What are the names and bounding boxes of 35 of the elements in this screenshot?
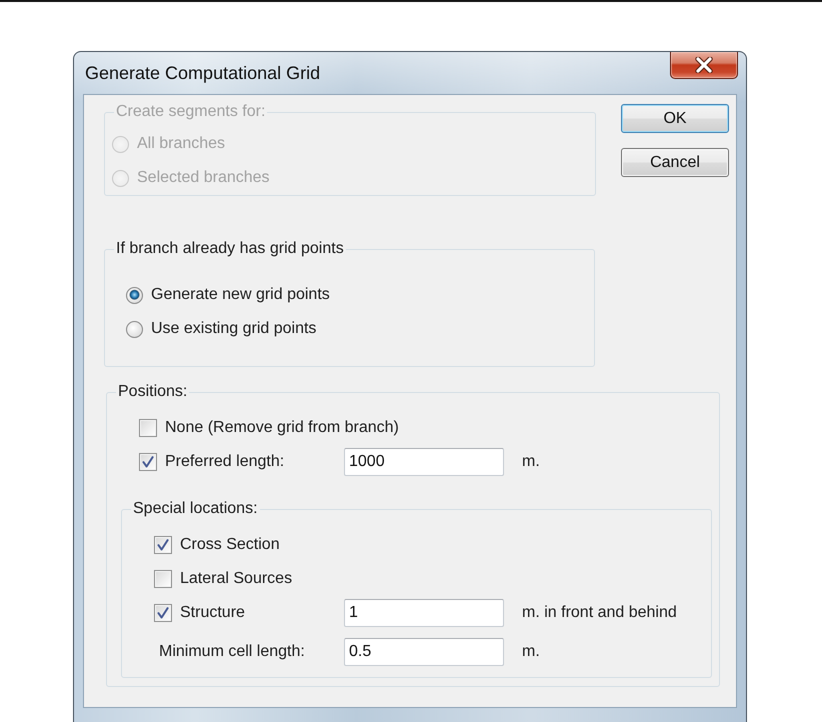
- input-field[interactable]: 1000: [344, 448, 504, 476]
- checkbox[interactable]: [139, 419, 157, 437]
- unit-label: m. in front and behind: [522, 604, 677, 622]
- checkbox-label: Cross Section: [180, 536, 280, 554]
- checkbox-label: None (Remove grid from branch): [165, 419, 399, 437]
- dialog-button[interactable]: OK: [621, 104, 729, 133]
- checkbox-label: Structure: [180, 604, 245, 622]
- unit-label: m.: [522, 643, 540, 661]
- field-label: Minimum cell length:: [159, 643, 305, 661]
- radio-label: Selected branches: [137, 169, 270, 187]
- close-icon: [695, 57, 713, 73]
- checkmark-icon: [157, 539, 169, 551]
- radio-button[interactable]: [126, 320, 143, 338]
- checkbox[interactable]: [154, 570, 172, 588]
- checkbox-label: Lateral Sources: [180, 570, 292, 588]
- window-title: Generate Computational Grid: [85, 63, 320, 83]
- checkbox[interactable]: [154, 604, 172, 622]
- close-button[interactable]: [670, 52, 738, 79]
- checkmark-icon: [157, 607, 169, 619]
- group-title: Positions:: [117, 383, 188, 401]
- checkbox[interactable]: [154, 536, 172, 554]
- radio-label: Generate new grid points: [151, 286, 330, 304]
- group-title: Special locations:: [132, 500, 259, 518]
- checkbox[interactable]: [139, 453, 157, 471]
- group-title: Create segments for:: [115, 103, 266, 121]
- checkmark-icon: [142, 456, 154, 468]
- input-field[interactable]: 0.5: [344, 638, 504, 666]
- input-field[interactable]: 1: [344, 599, 504, 627]
- dialog-button[interactable]: Cancel: [621, 148, 729, 177]
- radio-label: All branches: [137, 135, 226, 153]
- radio-label: Use existing grid points: [151, 320, 316, 338]
- unit-label: m.: [522, 453, 540, 471]
- checkbox-label: Preferred length:: [165, 453, 284, 471]
- group-title: If branch already has grid points: [115, 240, 345, 258]
- radio-button[interactable]: [126, 286, 143, 304]
